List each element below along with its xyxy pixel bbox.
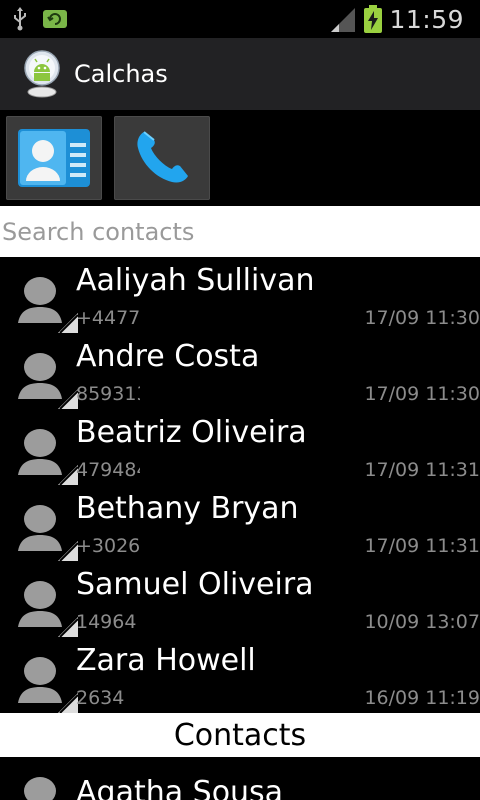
contact-avatar-icon [18, 657, 78, 713]
app-icon[interactable] [22, 48, 62, 100]
contact-number: 14964 [76, 611, 137, 633]
contact-name: Samuel Oliveira [76, 567, 314, 602]
contact-name: Agatha Sousa [76, 775, 284, 800]
call-date: 17/09 11:30 [364, 307, 480, 329]
list-item[interactable]: Andre Costa 859313 17/09 11:30 [0, 333, 480, 409]
contact-name: Aaliyah Sullivan [76, 263, 315, 298]
battery-charging-icon [364, 5, 383, 33]
call-date: 17/09 11:31 [364, 535, 480, 557]
search-input[interactable] [0, 206, 480, 257]
contact-name: Beatriz Oliveira [76, 415, 307, 450]
list-item[interactable]: Zara Howell 2634 16/09 11:19 [0, 637, 480, 713]
list-item[interactable]: Agatha Sousa [0, 757, 480, 800]
contacts-button[interactable] [6, 116, 102, 200]
contact-avatar-icon [24, 777, 56, 800]
list-item[interactable]: Beatriz Oliveira 479484 17/09 11:31 [0, 409, 480, 485]
contact-avatar-icon [18, 581, 78, 637]
contact-number: 479484 [76, 459, 140, 481]
toolbar [0, 110, 480, 206]
list-item[interactable]: Samuel Oliveira 14964 10/09 13:07 [0, 561, 480, 637]
contact-avatar-icon [18, 277, 78, 333]
notification-icons [12, 6, 68, 32]
app-title: Calchas [74, 60, 168, 88]
signal-icon [331, 8, 356, 32]
list-item[interactable]: Aaliyah Sullivan +4477 17/09 11:30 [0, 257, 480, 333]
contact-name: Andre Costa [76, 339, 260, 374]
clock: 11:59 [389, 4, 464, 34]
contact-avatar-icon [18, 429, 78, 485]
phone-button[interactable] [114, 116, 210, 200]
call-date: 16/09 11:19 [364, 687, 480, 709]
android-notification-icon [43, 10, 67, 28]
contact-name: Zara Howell [76, 643, 256, 678]
contact-number: 2634 [76, 687, 125, 709]
status-bar: 11:59 [0, 0, 480, 38]
call-date: 17/09 11:31 [364, 459, 480, 481]
recent-calls-list: Aaliyah Sullivan +4477 17/09 11:30 Andre… [0, 257, 480, 713]
call-date: 10/09 13:07 [364, 611, 480, 633]
contact-number: +4477 [76, 307, 140, 329]
contact-avatar-icon [18, 353, 78, 409]
action-bar: Calchas [0, 38, 480, 110]
contacts-card-icon [18, 129, 90, 187]
contact-name: Bethany Bryan [76, 491, 299, 526]
contact-number: +30267 [76, 535, 140, 557]
usb-icon [14, 7, 26, 31]
list-item[interactable]: Bethany Bryan +30267 17/09 11:31 [0, 485, 480, 561]
contact-avatar-icon [18, 505, 78, 561]
search-bar [0, 206, 480, 257]
phone-icon [137, 131, 188, 183]
contacts-section-header: Contacts [0, 713, 480, 757]
call-date: 17/09 11:30 [364, 383, 480, 405]
contact-number: 859313 [76, 383, 140, 405]
